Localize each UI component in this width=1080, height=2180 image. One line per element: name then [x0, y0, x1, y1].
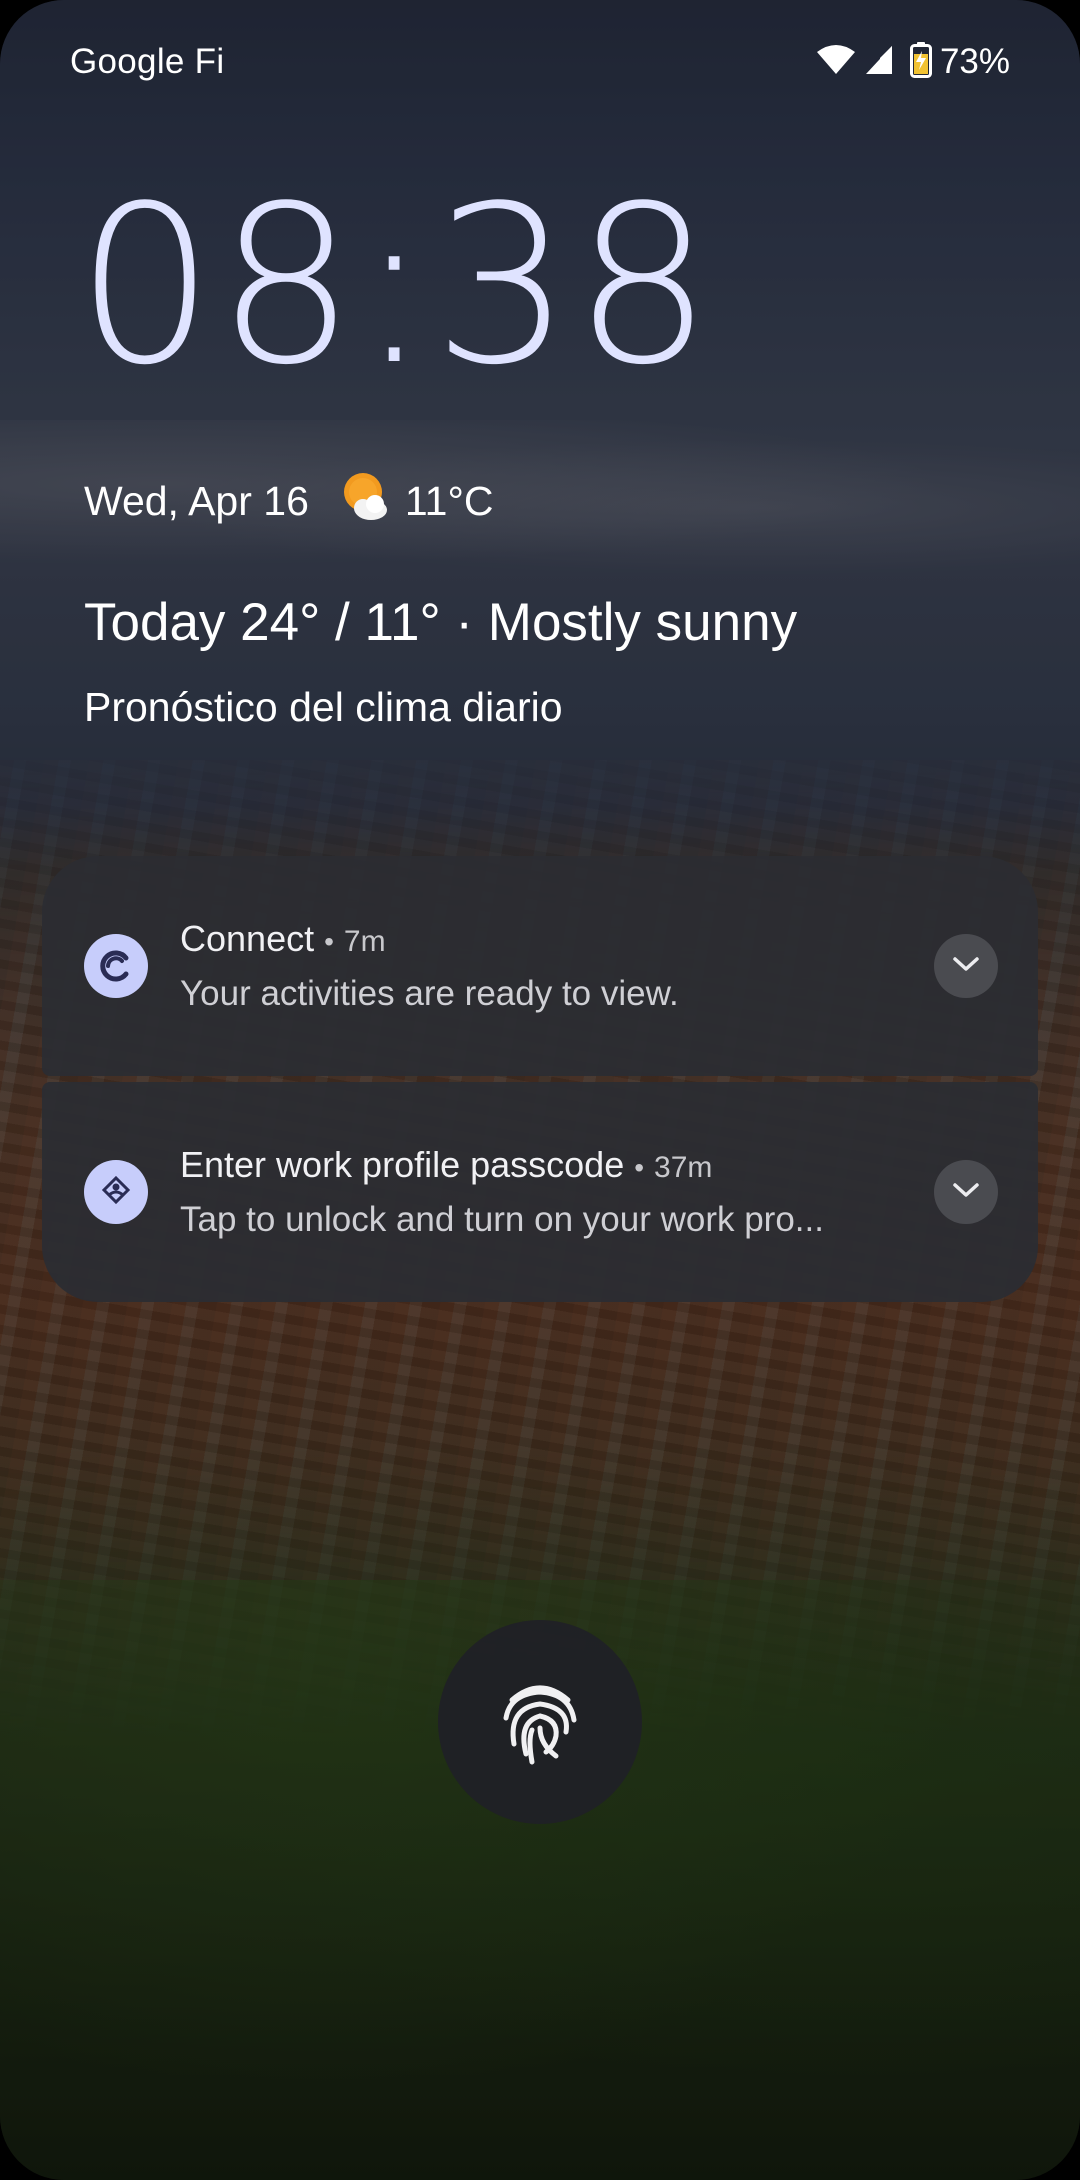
notification-content: Connect • 7m Your activities are ready t… — [180, 918, 918, 1014]
notification-time: 37m — [654, 1151, 713, 1184]
notification-title: Enter work profile passcode — [180, 1144, 625, 1185]
expand-notification-button[interactable] — [934, 934, 998, 998]
notification-header: Enter work profile passcode • 37m — [180, 1144, 918, 1186]
cell-signal-icon — [864, 44, 894, 81]
notification-time: 7m — [343, 925, 386, 958]
notification-connect[interactable]: Connect • 7m Your activities are ready t… — [42, 856, 1038, 1076]
notification-stack: Connect • 7m Your activities are ready t… — [42, 856, 1038, 1302]
partly-sunny-icon — [339, 470, 391, 532]
notification-content: Enter work profile passcode • 37m Tap to… — [180, 1144, 918, 1240]
date-label: Wed, Apr 16 — [84, 477, 309, 524]
date-weather-row[interactable]: Wed, Apr 16 11°C — [84, 470, 493, 532]
battery-charging-icon — [909, 41, 932, 83]
forecast-summary[interactable]: Today 24° / 11° · Mostly sunny — [84, 592, 797, 653]
status-bar: Google Fi 73% — [70, 36, 1010, 88]
status-icons: 73% — [816, 41, 1010, 83]
fingerprint-unlock-button[interactable] — [438, 1620, 642, 1824]
carrier-label: Google Fi — [70, 42, 225, 81]
notification-body: Your activities are ready to view. — [180, 974, 679, 1013]
lockscreen-clock: 08:38 — [76, 160, 715, 413]
notification-body: Tap to unlock and turn on your work pro.… — [180, 1200, 824, 1239]
separator-dot: • — [634, 1152, 645, 1183]
notification-header: Connect • 7m — [180, 918, 918, 960]
connect-app-icon — [84, 934, 148, 998]
work-profile-icon — [84, 1160, 148, 1224]
chevron-down-icon — [951, 1180, 981, 1205]
fingerprint-icon — [490, 1670, 590, 1775]
lock-screen: Google Fi 73% 08:38 Wed, Apr 16 11°C Tod… — [0, 0, 1080, 2180]
notification-work-profile[interactable]: Enter work profile passcode • 37m Tap to… — [42, 1082, 1038, 1302]
notification-title: Connect — [180, 918, 315, 959]
forecast-subtitle: Pronóstico del clima diario — [84, 684, 563, 730]
separator-dot: • — [324, 926, 334, 957]
chevron-down-icon — [951, 954, 981, 979]
weather-inline: 11°C — [339, 470, 494, 532]
battery-percentage: 73% — [939, 42, 1010, 81]
temperature-label: 11°C — [404, 477, 494, 524]
wifi-icon — [816, 44, 856, 81]
expand-notification-button[interactable] — [934, 1160, 998, 1224]
